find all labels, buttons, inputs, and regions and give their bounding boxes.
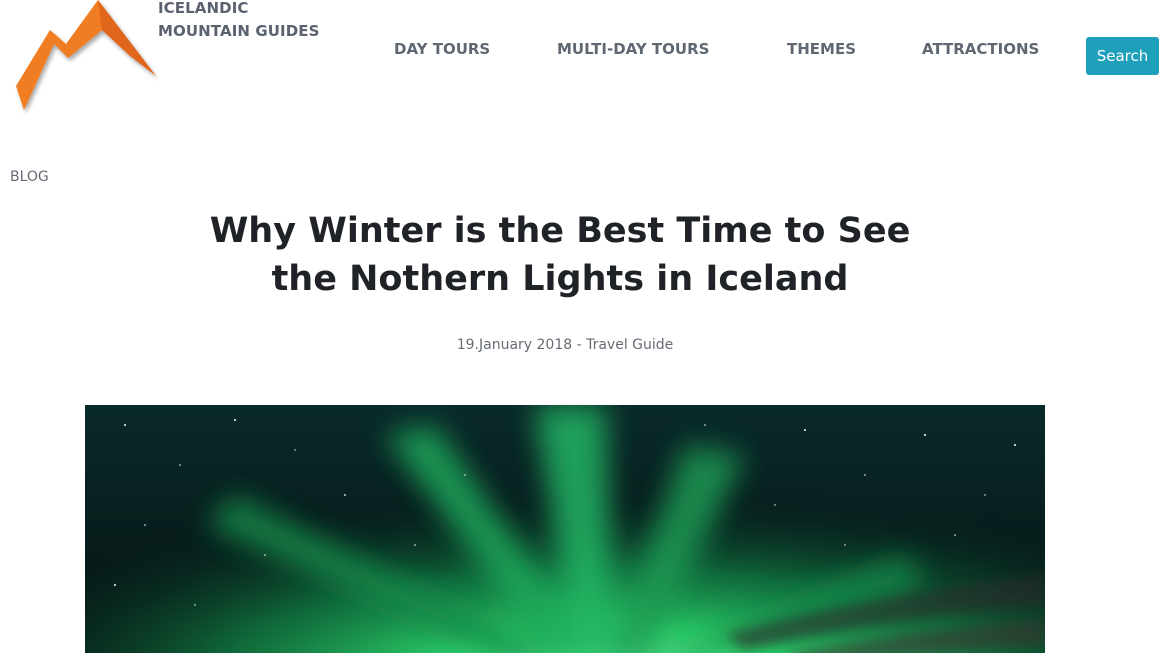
search-button[interactable]: Search: [1086, 37, 1159, 75]
article-title-line-2: the Nothern Lights in Iceland: [271, 259, 849, 299]
nav-day-tours[interactable]: DAY TOURS: [394, 40, 490, 58]
breadcrumb-blog[interactable]: BLOG: [10, 169, 49, 185]
mountain-peaks-icon[interactable]: [10, 0, 166, 120]
brand-name[interactable]: ICELANDIC MOUNTAIN GUIDES: [158, 0, 320, 43]
brand-line-1: ICELANDIC: [158, 0, 249, 17]
page: ICELANDIC MOUNTAIN GUIDES DAY TOURS MULT…: [0, 0, 1171, 653]
nav-themes[interactable]: THEMES: [787, 40, 856, 58]
article-meta: 19.January 2018 - Travel Guide: [456, 337, 674, 353]
article-title-line-1: Why Winter is the Best Time to See: [209, 211, 911, 251]
aurora-image: [85, 405, 1045, 653]
brand-line-2: MOUNTAIN GUIDES: [158, 22, 320, 40]
northern-lights-photo: [85, 405, 1045, 653]
article-title: Why Winter is the Best Time to See the N…: [185, 207, 935, 303]
nav-multi-day-tours[interactable]: MULTI-DAY TOURS: [557, 40, 709, 58]
nav-attractions[interactable]: ATTRACTIONS: [922, 40, 1039, 58]
